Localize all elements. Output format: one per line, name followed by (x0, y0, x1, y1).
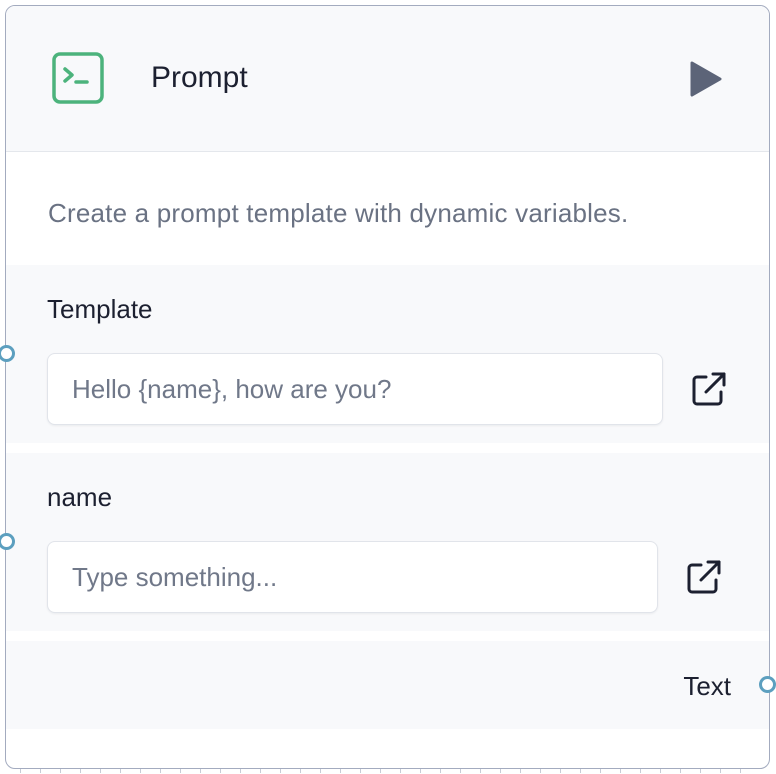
canvas-grid (20, 769, 756, 773)
template-input[interactable] (47, 353, 663, 425)
node-description: Create a prompt template with dynamic va… (48, 198, 629, 228)
output-label: Text (683, 671, 731, 701)
template-label: Template (47, 294, 153, 324)
text-output-handle[interactable] (759, 676, 776, 693)
node-title: Prompt (151, 61, 248, 94)
external-link-icon[interactable] (689, 369, 729, 409)
template-field-section: Template (6, 265, 769, 443)
prompt-node[interactable]: Prompt Create a prompt template with dyn… (5, 5, 770, 769)
name-field-section: name (6, 453, 769, 631)
name-input[interactable] (47, 541, 658, 613)
name-label: name (47, 482, 113, 512)
node-header: Prompt (6, 6, 769, 152)
terminal-icon (52, 52, 104, 104)
external-link-icon[interactable] (684, 557, 724, 597)
output-section: Text (6, 641, 769, 729)
play-icon[interactable] (690, 61, 722, 97)
